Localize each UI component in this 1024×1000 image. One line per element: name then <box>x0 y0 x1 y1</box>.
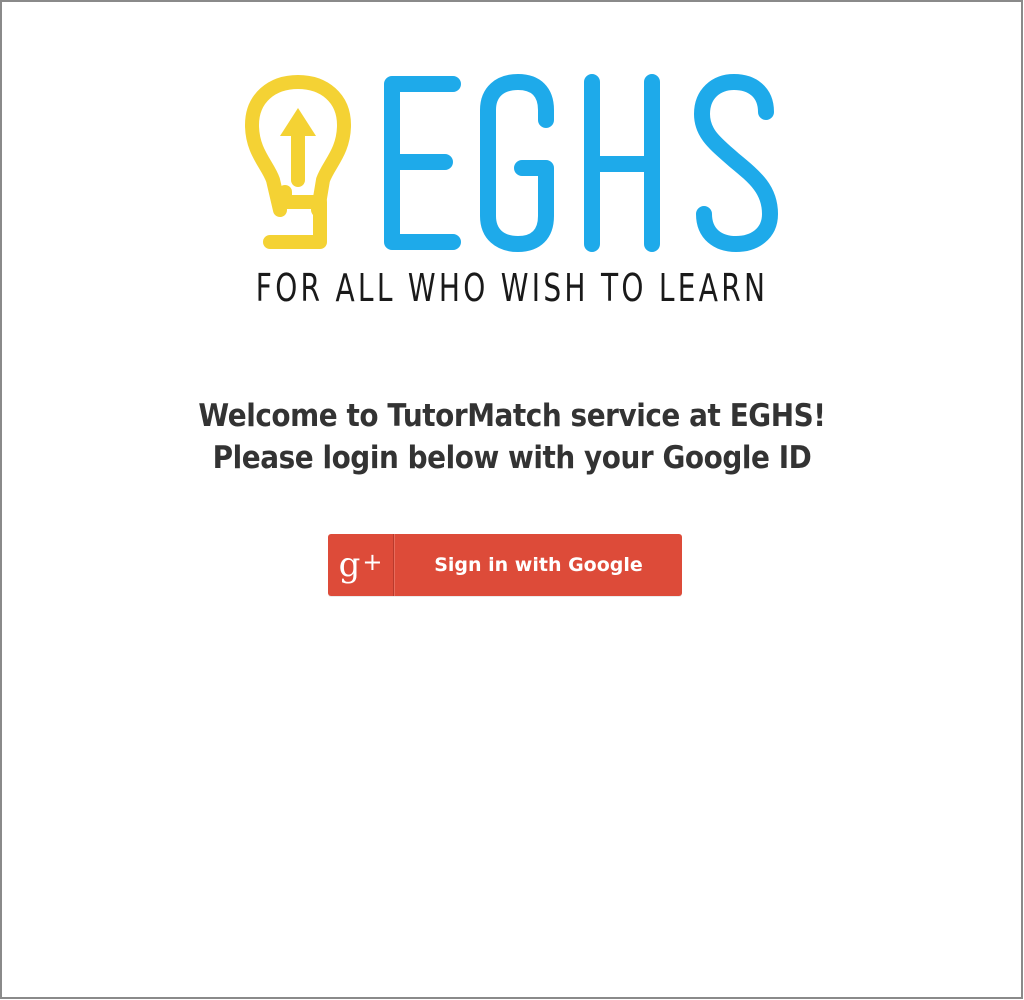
lightbulb-arrow-icon <box>245 75 351 249</box>
sign-in-label: Sign in with Google <box>394 534 682 596</box>
lightbulb-arrow-head <box>280 108 316 136</box>
sign-in-with-google-button[interactable]: g + Sign in with Google <box>328 534 682 596</box>
welcome-message: Welcome to TutorMatch service at EGHS! P… <box>0 395 1024 479</box>
google-plus-glyph: + <box>362 548 383 576</box>
google-plus-icon: g + <box>328 534 394 596</box>
logo-tagline: FOR ALL WHO WISH TO LEARN <box>255 266 769 310</box>
google-g-glyph: g <box>338 545 361 585</box>
welcome-line-1: Welcome to TutorMatch service at EGHS! <box>198 398 826 434</box>
eghs-wordmark <box>384 74 778 252</box>
welcome-line-2: Please login below with your Google ID <box>212 440 812 476</box>
